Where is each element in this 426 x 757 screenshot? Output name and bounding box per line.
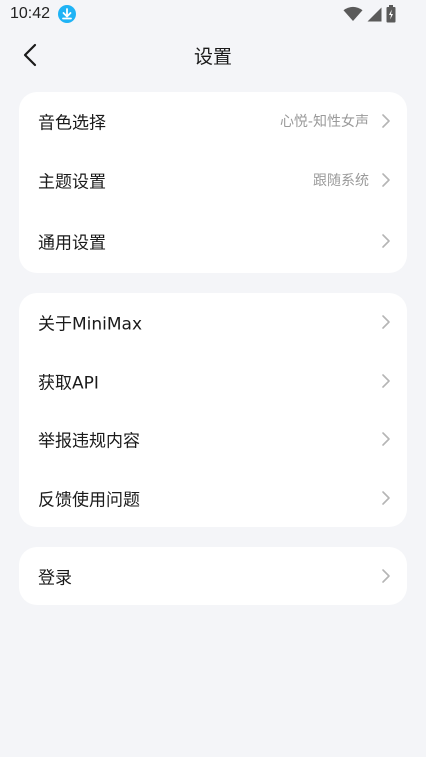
row-label: 获取API bbox=[38, 373, 99, 394]
row-value: 心悦-知性女声 bbox=[279, 114, 369, 130]
status-icons bbox=[343, 5, 396, 23]
chevron-right-icon bbox=[382, 315, 390, 329]
row-label: 音色选择 bbox=[38, 113, 106, 134]
settings-group-preferences: 音色选择 心悦-知性女声 主题设置 跟随系统 通用设置 bbox=[19, 92, 407, 273]
row-value: 跟随系统 bbox=[313, 173, 369, 189]
row-label: 举报违规内容 bbox=[38, 431, 140, 452]
battery-icon bbox=[386, 5, 396, 23]
settings-group-account: 登录 bbox=[19, 547, 407, 605]
navigation-bar: 设置 bbox=[0, 30, 426, 78]
theme-settings-row[interactable]: 主题设置 跟随系统 bbox=[19, 151, 407, 209]
feedback-row[interactable]: 反馈使用问题 bbox=[19, 469, 407, 527]
chevron-right-icon bbox=[382, 491, 390, 505]
chevron-right-icon bbox=[382, 432, 390, 446]
row-label: 通用设置 bbox=[38, 233, 106, 254]
get-api-row[interactable]: 获取API bbox=[19, 352, 407, 410]
row-label: 反馈使用问题 bbox=[38, 490, 140, 511]
report-content-row[interactable]: 举报违规内容 bbox=[19, 410, 407, 468]
download-icon bbox=[58, 5, 76, 23]
page-title: 设置 bbox=[193, 46, 232, 68]
row-label: 主题设置 bbox=[38, 172, 106, 193]
settings-group-about: 关于MiniMax 获取API 举报违规内容 反馈使用问题 bbox=[19, 293, 407, 527]
status-time: 10:42 bbox=[10, 5, 51, 22]
chevron-right-icon bbox=[382, 114, 390, 128]
general-settings-row[interactable]: 通用设置 bbox=[19, 212, 407, 270]
wifi-icon bbox=[343, 6, 363, 21]
login-row[interactable]: 登录 bbox=[19, 547, 407, 605]
chevron-right-icon bbox=[382, 173, 390, 187]
chevron-right-icon bbox=[382, 234, 390, 248]
chevron-right-icon bbox=[382, 569, 390, 583]
row-label: 关于MiniMax bbox=[38, 314, 143, 335]
cellular-signal-icon bbox=[367, 7, 382, 21]
status-bar: 10:42 bbox=[0, 0, 426, 30]
voice-selection-row[interactable]: 音色选择 心悦-知性女声 bbox=[19, 92, 407, 150]
about-minimax-row[interactable]: 关于MiniMax bbox=[19, 293, 407, 351]
chevron-right-icon bbox=[382, 374, 390, 388]
row-label: 登录 bbox=[38, 568, 72, 589]
